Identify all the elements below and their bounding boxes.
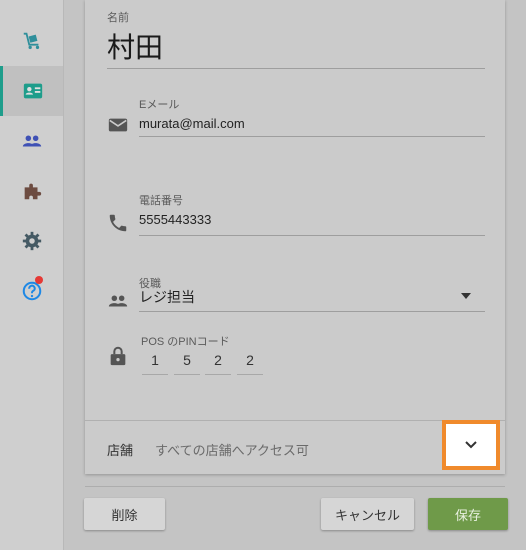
phone-label: 電話番号 <box>139 195 183 207</box>
sidebar-item-settings[interactable] <box>0 216 63 266</box>
pin-digit-1[interactable]: 1 <box>142 348 168 375</box>
sidebar-item-help[interactable] <box>0 266 63 316</box>
pin-digit-4[interactable]: 2 <box>237 348 263 375</box>
role-underline <box>139 311 485 312</box>
pin-digit-2[interactable]: 5 <box>174 348 200 375</box>
name-field[interactable]: 村田 <box>107 26 163 66</box>
store-access-value: すべての店舗へアクセス可 <box>155 443 309 458</box>
footer-divider <box>85 486 505 487</box>
lock-icon <box>110 346 126 366</box>
people-icon <box>22 135 41 147</box>
sidebar <box>0 0 64 550</box>
sidebar-item-staff[interactable] <box>0 66 63 116</box>
notification-badge <box>35 276 43 284</box>
sidebar-item-extensions[interactable] <box>0 166 63 216</box>
id-card-icon <box>23 83 43 99</box>
store-row: 店舗 すべての店舗へアクセス可 <box>85 420 505 474</box>
save-button[interactable]: 保存 <box>428 498 508 530</box>
staff-form-card: 名前 村田 Eメール murata@mail.com 電話番号 55554433… <box>85 0 505 474</box>
gear-icon <box>22 231 41 251</box>
delete-button[interactable]: 削除 <box>84 498 165 530</box>
email-icon <box>108 118 128 132</box>
email-underline <box>139 136 485 137</box>
cart-icon <box>23 32 39 50</box>
dropdown-arrow-icon[interactable] <box>460 291 472 301</box>
name-underline <box>107 68 485 69</box>
pin-digit-3[interactable]: 2 <box>205 348 231 375</box>
store-label: 店舗 <box>107 443 134 458</box>
role-select[interactable]: レジ担当 <box>139 287 195 307</box>
sidebar-item-cart[interactable] <box>0 16 63 66</box>
cancel-button[interactable]: キャンセル <box>321 498 414 530</box>
pin-label: POS のPINコード <box>141 336 230 348</box>
role-people-icon <box>108 295 128 307</box>
phone-underline <box>139 235 485 236</box>
sidebar-item-people[interactable] <box>0 116 63 166</box>
email-label: Eメール <box>139 99 180 111</box>
name-label: 名前 <box>107 12 129 24</box>
phone-field[interactable]: 5555443333 <box>139 212 211 227</box>
email-field[interactable]: murata@mail.com <box>139 116 245 131</box>
store-expand-button[interactable] <box>442 420 500 470</box>
chevron-down-icon <box>465 441 477 449</box>
puzzle-icon <box>24 183 41 200</box>
phone-icon <box>109 214 127 232</box>
